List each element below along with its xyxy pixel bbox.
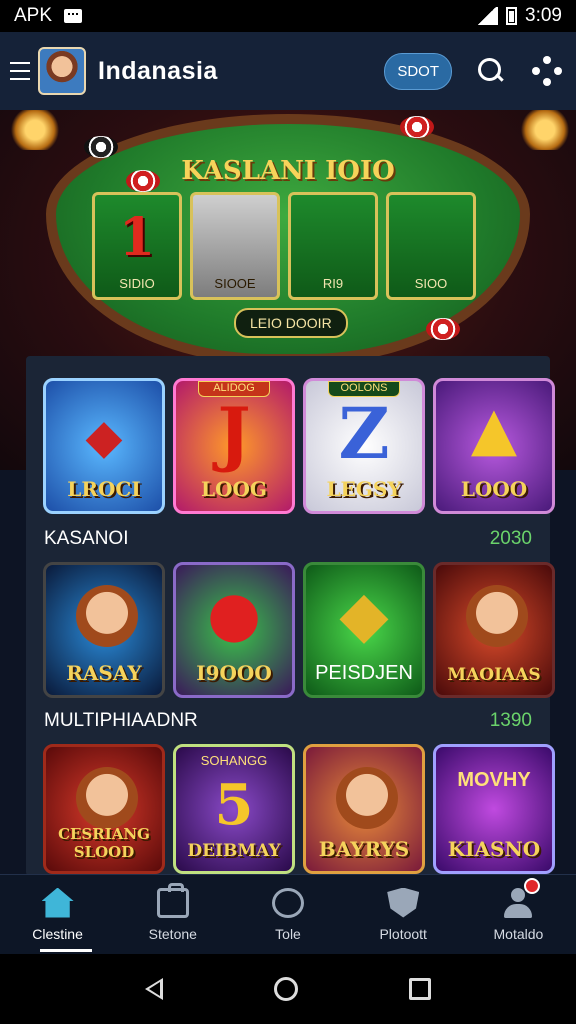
hero-card[interactable]: 1 SIDIO [92, 192, 182, 300]
avatar[interactable] [38, 47, 86, 95]
nav-item-chat[interactable]: Tole [230, 875, 345, 954]
nav-label: Tole [275, 925, 301, 942]
notification-badge [524, 877, 541, 894]
hero-card-label: SIDIO [119, 276, 155, 291]
home-icon [41, 887, 74, 918]
section-title: MULTIPHIAADNR [44, 710, 198, 731]
hero-title: KASLANI IOIO [181, 156, 395, 186]
chat-icon [272, 887, 304, 918]
game-tile[interactable]: ▲ LOOO [433, 378, 555, 514]
game-tile-label: LOOO [460, 477, 528, 501]
shield-icon [387, 887, 420, 918]
game-tile-label: LOOG [201, 477, 267, 501]
nav-item-home[interactable]: Clestine [0, 875, 115, 954]
clock: 3:09 [525, 5, 562, 26]
game-tile[interactable]: OOLONS Z LEGSY [303, 378, 425, 514]
home-button-icon[interactable] [273, 977, 298, 1001]
game-tile-label: I9OOO [196, 661, 272, 685]
chip-icon [426, 318, 460, 340]
status-bar: APK 3:09 [0, 0, 576, 32]
section-count: 1390 [489, 710, 532, 731]
lamp-icon [10, 110, 60, 150]
section-count: 2030 [489, 528, 532, 549]
nav-item-profile[interactable]: Motaldo [461, 875, 576, 954]
nav-item-store[interactable]: Stetone [115, 875, 230, 954]
character-icon [76, 767, 138, 829]
bag-icon [156, 882, 189, 918]
game-tile-tag: MOVHY [457, 769, 531, 791]
section-header: KASANOI 2030 [44, 528, 532, 550]
game-tile[interactable]: MOVHY KIASNO [433, 744, 555, 874]
hero-card[interactable]: SIOOE [190, 192, 280, 300]
chip-icon [126, 170, 160, 192]
game-tile[interactable]: ALIDOG J LOOG [173, 378, 295, 514]
game-tile[interactable]: ● I9OOO [173, 562, 295, 698]
hero-card-label: RI9 [322, 276, 344, 291]
game-tile-label: KIASNO [447, 837, 541, 861]
game-tile-label: PEISDJEN [315, 662, 413, 684]
character-icon [76, 585, 138, 647]
chip-icon [84, 136, 118, 158]
app-bar: Indanasia SDOT [0, 32, 576, 110]
chip-icon [400, 116, 434, 138]
cannon-icon: ◆ [85, 409, 123, 465]
game-row-top: ◆ LROCI ALIDOG J LOOG OOLONS Z LEGSY ▲ L… [43, 378, 555, 514]
hero-card-label: SIOOE [214, 276, 256, 291]
game-row-bottom: CESRIANG SLOOD SOHANGG 5 DEIBMAY BAYRYS … [43, 744, 555, 874]
game-tile-label: BAYRYS [318, 837, 410, 861]
back-icon[interactable] [145, 978, 164, 1000]
bottom-nav: Clestine Stetone Tole Plotoott Motaldo [0, 874, 576, 954]
hero-button[interactable]: LEIO DOOIR [234, 308, 348, 338]
game-tile-label: MAOIAAS [447, 665, 541, 685]
slot-button[interactable]: SDOT [384, 52, 452, 90]
game-tile[interactable]: MAOIAAS [433, 562, 555, 698]
hero-card-glyph: 1 [118, 207, 156, 268]
user-icon [502, 877, 541, 918]
nav-item-promo[interactable]: Plotoott [346, 875, 461, 954]
five-icon: 5 [214, 772, 254, 838]
hero-card[interactable]: RI9 [288, 192, 378, 300]
game-tile[interactable]: SOHANGG 5 DEIBMAY [173, 744, 295, 874]
game-tile-label: DEIBMAY [187, 841, 281, 861]
signal-icon [476, 7, 499, 25]
search-icon[interactable] [478, 58, 504, 84]
hero-card-label: SIOO [414, 276, 448, 291]
nav-label: Motaldo [493, 925, 544, 942]
diamond-icon: ◆ [339, 577, 389, 652]
lamp-icon [520, 110, 570, 150]
menu-icon[interactable] [10, 62, 30, 80]
more-icon[interactable] [532, 56, 562, 86]
game-tile[interactable]: CESRIANG SLOOD [43, 744, 165, 874]
game-tile-tag: SOHANGG [200, 753, 268, 768]
game-tile-label: LEGSY [326, 477, 402, 501]
section-title: KASANOI [44, 528, 129, 549]
app-title: Indanasia [98, 56, 218, 85]
game-tile-label: LROCI [67, 477, 141, 501]
hero-card-row: 1 SIDIO SIOOE RI9 SIOO [92, 192, 476, 300]
z-icon: Z [338, 392, 390, 475]
game-tile[interactable]: BAYRYS [303, 744, 425, 874]
nav-label: Stetone [148, 925, 197, 942]
battery-icon [506, 7, 518, 25]
roulette-icon: ● [206, 577, 262, 650]
carrier-label: APK [14, 5, 53, 26]
notification-icon [64, 9, 83, 23]
system-nav-bar [0, 954, 576, 1024]
crown-icon: ▲ [470, 394, 518, 464]
nav-label: Plotoott [379, 925, 427, 942]
game-tile[interactable]: ◆ PEISDJEN [303, 562, 425, 698]
game-tile-label: RASAY [66, 661, 142, 685]
game-tile[interactable]: ◆ LROCI [43, 378, 165, 514]
character-icon [466, 585, 528, 647]
section-header: MULTIPHIAADNR 1390 [44, 710, 532, 732]
game-tile-label: CESRIANG SLOOD [58, 825, 150, 861]
nav-label: Clestine [32, 925, 83, 942]
hero-card[interactable]: SIOO [386, 192, 476, 300]
game-row-mid: RASAY ● I9OOO ◆ PEISDJEN MAOIAAS [43, 562, 555, 698]
seven-icon: J [217, 392, 251, 475]
character-icon [336, 767, 398, 829]
game-tile[interactable]: RASAY [43, 562, 165, 698]
recents-icon[interactable] [408, 978, 431, 1000]
